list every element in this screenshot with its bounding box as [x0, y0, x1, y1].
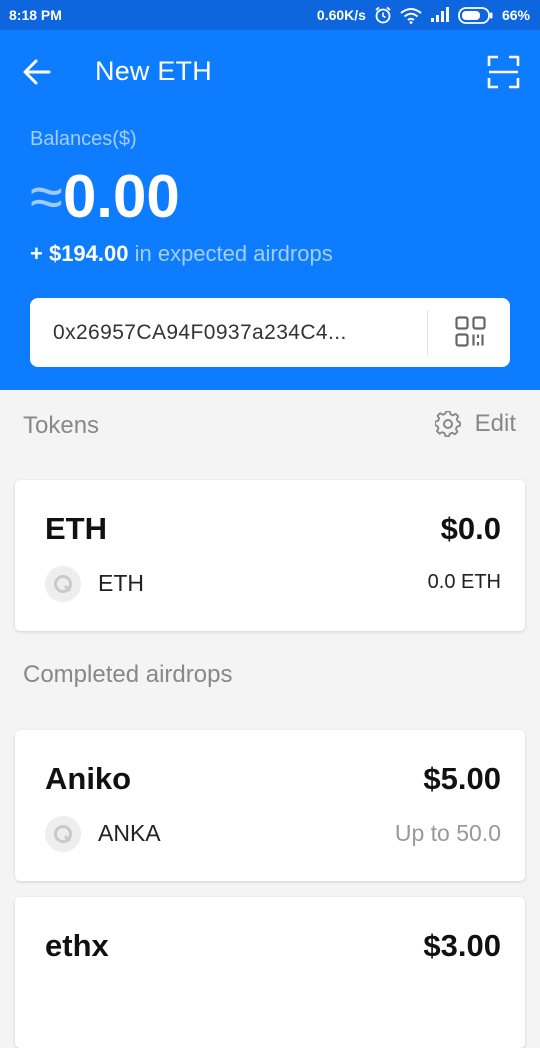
- edit-label: Edit: [474, 410, 516, 437]
- airdrops-title: Completed airdrops: [23, 661, 233, 688]
- battery-percent: 66%: [501, 7, 530, 23]
- status-time: 8:18 PM: [9, 7, 62, 23]
- airdrop-symbol: ANKA: [98, 820, 161, 846]
- edit-tokens-button[interactable]: Edit: [434, 410, 516, 438]
- network-speed: 0.60K/s: [316, 7, 366, 23]
- scan-icon[interactable]: [487, 55, 520, 89]
- gear-icon: [434, 411, 461, 437]
- page-title: New ETH: [95, 56, 212, 86]
- token-card-eth[interactable]: ETH $0.0 ETH 0.0 ETH: [15, 480, 525, 631]
- token-logo-icon: [45, 816, 81, 852]
- airdrop-card-aniko[interactable]: Aniko $5.00 ANKA Up to 50.0: [15, 730, 525, 881]
- status-right: 0.60K/s 66%: [317, 6, 530, 24]
- address-box[interactable]: 0x26957CA94F0937a234C4...: [30, 298, 510, 367]
- status-bar: 8:18 PM 0.60K/s 66%: [0, 0, 540, 30]
- expected-airdrops: + $194.00 in expected airdrops: [30, 241, 333, 267]
- balance-value: ≈0.00: [30, 162, 180, 232]
- airdrop-amount: + $194.00: [30, 241, 129, 266]
- token-name: ETH: [45, 511, 107, 546]
- airdrop-text: in expected airdrops: [128, 241, 333, 266]
- token-logo-icon: [45, 566, 81, 602]
- token-amount: 0.0 ETH: [427, 571, 501, 593]
- balance-label: Balances($): [30, 128, 137, 150]
- token-value: $0.0: [440, 511, 501, 546]
- airdrop-value: $3.00: [423, 928, 501, 963]
- approx-symbol: ≈: [30, 163, 63, 230]
- wifi-icon: [400, 7, 422, 24]
- wallet-address[interactable]: 0x26957CA94F0937a234C4...: [53, 321, 347, 345]
- balance-amount: 0.00: [62, 163, 180, 230]
- airdrop-name: ethx: [45, 928, 109, 963]
- back-arrow-icon[interactable]: [22, 58, 52, 86]
- address-divider: [427, 310, 428, 355]
- qr-code-icon[interactable]: [455, 316, 486, 347]
- airdrop-value: $5.00: [423, 761, 501, 796]
- wallet-header: New ETH Balances($) ≈0.00 + $194.00 in e…: [0, 30, 540, 390]
- airdrop-name: Aniko: [45, 761, 132, 796]
- airdrop-card-ethx[interactable]: ethx $3.00: [15, 897, 525, 1048]
- airdrop-amount-limit: Up to 50.0: [394, 820, 501, 846]
- battery-icon: [458, 6, 493, 24]
- alarm-icon: [375, 6, 391, 24]
- token-symbol: ETH: [98, 570, 144, 596]
- tokens-title: Tokens: [23, 412, 100, 439]
- signal-icon: [430, 7, 449, 22]
